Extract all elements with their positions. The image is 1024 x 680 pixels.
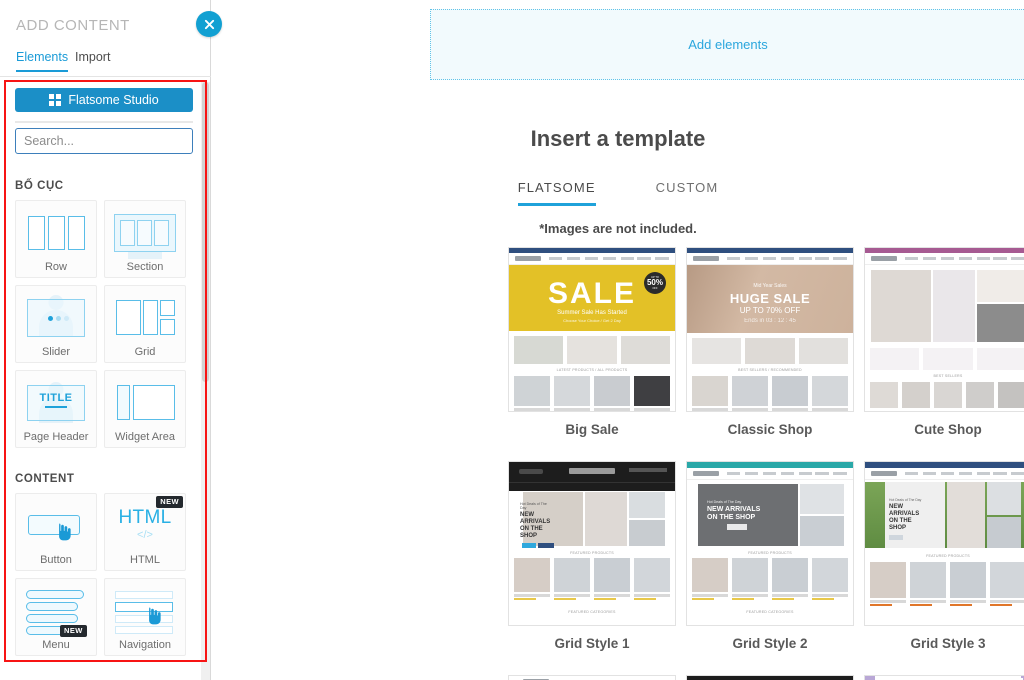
- element-tiles-content: Button NEW HTML </> HTML NEW: [15, 493, 195, 663]
- flatsome-studio-button[interactable]: Flatsome Studio: [15, 88, 193, 112]
- images-notice: *Images are not included.: [212, 221, 1024, 236]
- tab-custom[interactable]: CUSTOM: [656, 180, 719, 206]
- search-wrapper: [15, 128, 193, 154]
- new-badge: NEW: [156, 496, 183, 508]
- template-thumbnail: Hot Deals of The Day NEW ARRIVALSON THE …: [686, 461, 854, 626]
- tab-import[interactable]: Import: [75, 50, 110, 70]
- template-name: Big Sale: [508, 412, 676, 451]
- template-thumbnail: Mid Year Sales HUGE SALE UP TO 70% OFF E…: [686, 247, 854, 412]
- template-card-partial-3[interactable]: [864, 675, 1024, 680]
- template-name: Classic Shop: [686, 412, 854, 451]
- add-elements-dropzone[interactable]: Add elements: [430, 9, 1024, 80]
- template-card-grid-style-1[interactable]: Hot Deals of The Day NEWARRIVALSON THESH…: [508, 461, 676, 665]
- tile-label: Grid: [135, 345, 156, 359]
- three-columns-icon: [22, 208, 90, 258]
- template-grid: SALE Summer Sale Has Started Choose Your…: [508, 247, 1024, 680]
- template-name: Grid Style 1: [508, 626, 676, 665]
- element-tiles-layout: Row Section: [15, 200, 195, 455]
- template-card-big-sale[interactable]: SALE Summer Sale Has Started Choose Your…: [508, 247, 676, 451]
- widget-area-icon: [111, 378, 179, 428]
- template-name: Grid Style 3: [864, 626, 1024, 665]
- template-card-cute-shop[interactable]: BEST SELLERS Cute Shop: [864, 247, 1024, 451]
- tile-label: Row: [45, 260, 67, 274]
- template-card-classic-shop[interactable]: Mid Year Sales HUGE SALE UP TO 70% OFF E…: [686, 247, 854, 451]
- template-card-grid-style-3[interactable]: Hot Deals of The Day NEWARRIVALSON THESH…: [864, 461, 1024, 665]
- template-card-partial-1[interactable]: [508, 675, 676, 680]
- tile-label: Button: [40, 553, 72, 567]
- element-tile-button[interactable]: Button: [15, 493, 97, 571]
- element-tile-navigation[interactable]: Navigation: [104, 578, 186, 656]
- grid-squares-icon: [49, 94, 61, 106]
- template-card-partial-2[interactable]: [686, 675, 854, 680]
- new-badge: NEW: [60, 625, 87, 637]
- add-elements-label: Add elements: [688, 37, 768, 52]
- studio-divider: [15, 121, 193, 123]
- tile-label: Menu: [42, 638, 70, 652]
- tile-label: Widget Area: [115, 430, 175, 444]
- search-input[interactable]: [15, 128, 193, 154]
- panel-scrollbar-thumb[interactable]: [202, 82, 209, 382]
- template-name: Grid Style 2: [686, 626, 854, 665]
- template-thumbnail: SALE Summer Sale Has Started Choose Your…: [508, 247, 676, 412]
- grid-layout-icon: [111, 293, 179, 343]
- page-title: ADD CONTENT: [16, 17, 130, 34]
- element-tile-row[interactable]: Row: [15, 200, 97, 278]
- template-thumbnail: [508, 675, 676, 680]
- hand-cursor-icon: [54, 522, 71, 541]
- html-art-subtext: </>: [111, 529, 179, 541]
- element-tile-page-header[interactable]: TITLE Page Header: [15, 370, 97, 448]
- close-panel-button[interactable]: [196, 11, 222, 37]
- html-code-icon: HTML </>: [111, 501, 179, 551]
- element-tile-slider[interactable]: Slider: [15, 285, 97, 363]
- tabs-divider: [0, 76, 211, 77]
- tile-label: Slider: [42, 345, 70, 359]
- element-tile-section[interactable]: Section: [104, 200, 186, 278]
- template-source-tabs: FLATSOME CUSTOM: [212, 180, 1024, 206]
- tab-elements[interactable]: Elements: [16, 50, 68, 72]
- tile-label: Navigation: [119, 638, 171, 652]
- element-tile-menu[interactable]: NEW Menu: [15, 578, 97, 656]
- close-x-icon: [204, 19, 215, 30]
- template-thumbnail: [686, 675, 854, 680]
- builder-canvas: Add elements Insert a template FLATSOME …: [212, 0, 1024, 680]
- template-thumbnail: [864, 675, 1024, 680]
- panel-scrollbar[interactable]: [201, 82, 210, 680]
- hand-cursor-icon: [144, 606, 161, 625]
- button-cursor-icon: [22, 501, 90, 551]
- template-thumbnail: Hot Deals of The Day NEWARRIVALSON THESH…: [508, 461, 676, 626]
- template-name: Cute Shop: [864, 412, 1024, 451]
- insert-template-heading: Insert a template: [212, 126, 1024, 152]
- section-heading-content: CONTENT: [15, 473, 74, 485]
- element-tile-widget-area[interactable]: Widget Area: [104, 370, 186, 448]
- add-content-panel: ADD CONTENT Elements Import Flatsome Stu…: [0, 0, 211, 680]
- navigation-cursor-icon: [111, 586, 179, 636]
- tile-label: Section: [127, 260, 164, 274]
- element-tile-html[interactable]: NEW HTML </> HTML: [104, 493, 186, 571]
- page-header-art-text: TITLE: [22, 392, 90, 404]
- flatsome-studio-label: Flatsome Studio: [68, 93, 158, 107]
- tile-label: Page Header: [24, 430, 89, 444]
- panel-tabs: Elements Import: [0, 50, 211, 74]
- element-tile-grid[interactable]: Grid: [104, 285, 186, 363]
- tab-flatsome[interactable]: FLATSOME: [518, 180, 596, 206]
- page-header-title-icon: TITLE: [22, 378, 90, 428]
- template-thumbnail: BEST SELLERS: [864, 247, 1024, 412]
- section-heading-layout: BỐ CỤC: [15, 180, 64, 192]
- html-art-text: HTML: [111, 507, 179, 529]
- slider-dots-icon: [22, 293, 90, 343]
- tile-label: HTML: [130, 553, 160, 567]
- panel-scroll-body: Flatsome Studio BỐ CỤC Row: [0, 82, 210, 680]
- template-thumbnail: Hot Deals of The Day NEWARRIVALSON THESH…: [864, 461, 1024, 626]
- template-card-grid-style-2[interactable]: Hot Deals of The Day NEW ARRIVALSON THE …: [686, 461, 854, 665]
- section-block-icon: [111, 208, 179, 258]
